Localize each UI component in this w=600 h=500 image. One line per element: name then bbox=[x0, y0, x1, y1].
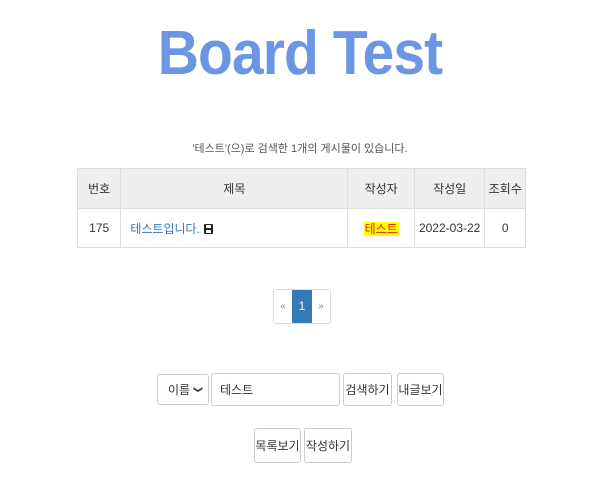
write-button[interactable]: 작성하기 bbox=[304, 428, 352, 463]
page-title: Board Test bbox=[157, 19, 443, 88]
post-author-cell: 테스트 bbox=[347, 208, 415, 248]
pagination-next-button[interactable]: » bbox=[312, 290, 330, 323]
search-field-select[interactable]: 이름 ❯ bbox=[157, 374, 209, 405]
post-author-highlight: 테스트 bbox=[363, 221, 399, 236]
search-field-selected: 이름 bbox=[168, 383, 191, 397]
post-date: 2022-03-22 bbox=[413, 208, 486, 248]
post-subject-cell: 테스트입니다. bbox=[120, 208, 349, 248]
pagination: « 1 » bbox=[273, 289, 331, 324]
table-header-row: 번호 제목 작성자 작성일 조회수 bbox=[76, 168, 526, 209]
column-header-subject: 제목 bbox=[120, 168, 349, 209]
column-header-views: 조회수 bbox=[484, 168, 526, 209]
pagination-prev-button[interactable]: « bbox=[274, 290, 292, 323]
list-button[interactable]: 목록보기 bbox=[254, 428, 301, 463]
search-button[interactable]: 검색하기 bbox=[343, 373, 392, 406]
chevron-down-icon: ❯ bbox=[193, 385, 204, 394]
column-header-date: 작성일 bbox=[413, 168, 486, 209]
table-row: 175 테스트입니다. 테스트 2022-03-22 0 bbox=[76, 208, 526, 248]
board-table: 번호 제목 작성자 작성일 조회수 175 테스트입니다. 테스트 2022-0… bbox=[76, 168, 526, 248]
post-views: 0 bbox=[484, 208, 526, 248]
pagination-page-1[interactable]: 1 bbox=[292, 290, 312, 323]
board-page: Board Test '테스트'(으)로 검색한 1개의 게시물이 있습니다. … bbox=[0, 0, 600, 500]
post-subject-link[interactable]: 테스트입니다. bbox=[130, 222, 200, 236]
search-bar: 이름 ❯ 검색하기 내글보기 bbox=[157, 373, 444, 406]
floppy-disk-icon bbox=[203, 223, 213, 237]
search-input[interactable] bbox=[211, 373, 340, 406]
my-posts-button[interactable]: 내글보기 bbox=[397, 373, 444, 406]
column-header-no: 번호 bbox=[76, 168, 122, 209]
action-buttons: 목록보기 작성하기 bbox=[254, 428, 352, 463]
search-result-summary: '테스트'(으)로 검색한 1개의 게시물이 있습니다. bbox=[192, 143, 408, 155]
post-number: 175 bbox=[76, 208, 122, 248]
column-header-author: 작성자 bbox=[347, 168, 415, 209]
